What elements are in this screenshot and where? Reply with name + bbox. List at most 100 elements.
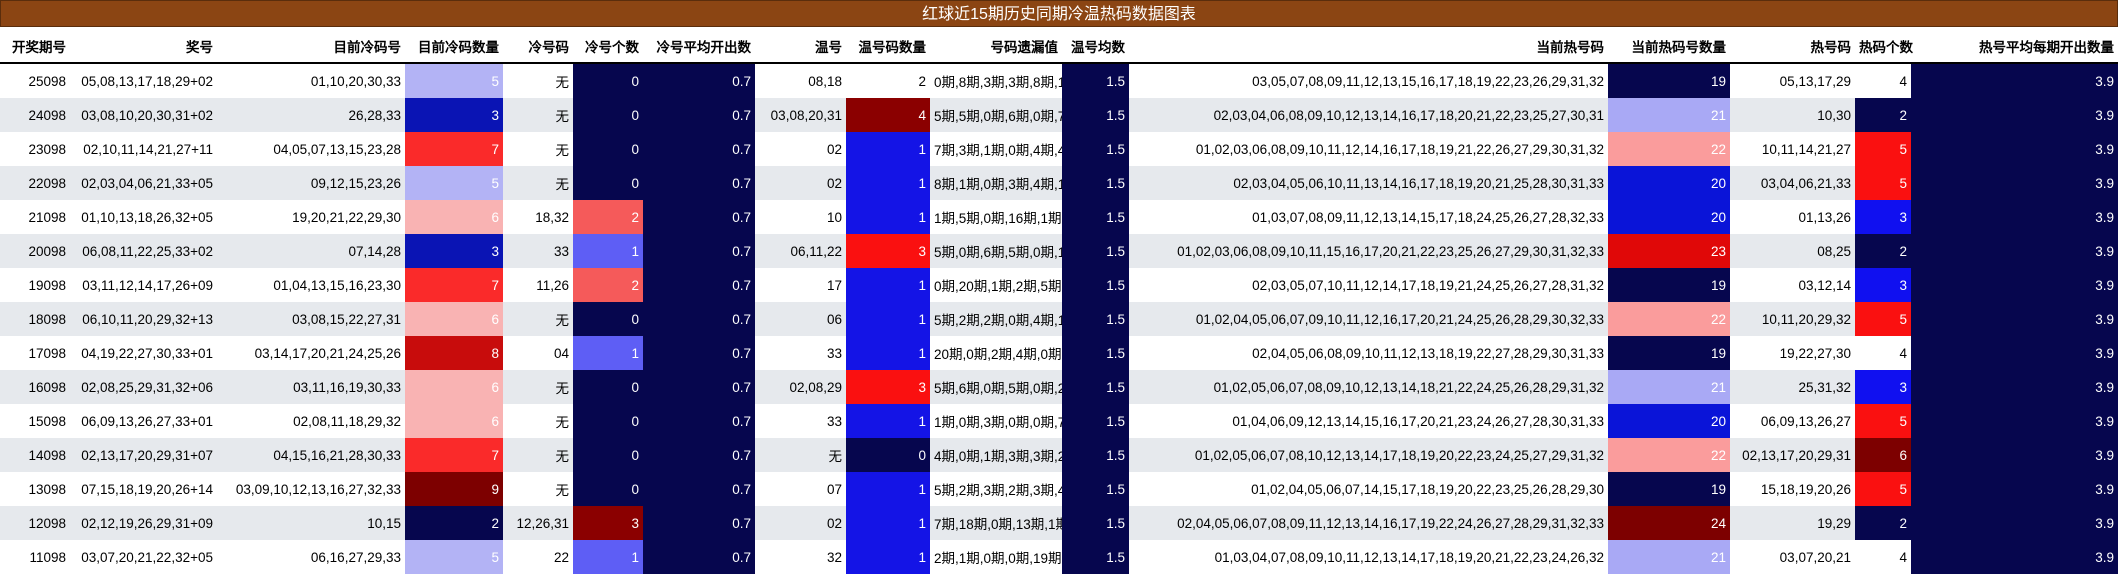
hot-count-cell: 5 xyxy=(1855,302,1911,336)
hot-now-count-cell: 22 xyxy=(1608,302,1730,336)
warm-count-cell: 4 xyxy=(846,98,930,132)
hot-now-count-cell: 19 xyxy=(1608,268,1730,302)
hot-cell: 10,30 xyxy=(1730,98,1855,132)
warm-cell: 无 xyxy=(755,438,846,472)
hot-count-cell: 4 xyxy=(1855,540,1911,574)
column-header: 目前冷码数量 xyxy=(405,29,503,64)
hot-avg-cell: 3.9 xyxy=(1911,234,2118,268)
hot-now-cell: 01,02,03,06,08,09,10,11,12,14,16,17,18,1… xyxy=(1129,132,1608,166)
miss-cell: 5期,5期,0期,6期,0期,7期 xyxy=(930,98,1062,132)
hot-now-cell: 01,02,04,05,06,07,09,10,11,12,16,17,20,2… xyxy=(1129,302,1608,336)
cold-count-cell: 1 xyxy=(573,336,643,370)
cold-now-count-cell: 8 xyxy=(405,336,503,370)
cold-avg-cell: 0.7 xyxy=(643,404,755,438)
hot-avg-cell: 3.9 xyxy=(1911,98,2118,132)
warm-avg-cell: 1.5 xyxy=(1062,302,1129,336)
cold-now-count-cell: 5 xyxy=(405,540,503,574)
hot-now-cell: 02,03,04,06,08,09,10,12,13,14,16,17,18,2… xyxy=(1129,98,1608,132)
cold-now-count-cell: 6 xyxy=(405,200,503,234)
table-row: 20098 06,08,11,22,25,33+02 07,14,28 3 33 1 0.7… xyxy=(0,234,2118,268)
cold-count-cell: 2 xyxy=(573,200,643,234)
data-table: 开奖期号 奖号 目前冷码号 目前冷码数量 冷号码 冷号个数 冷号平均开出数 温号 温号码数量 号码… xyxy=(0,29,2118,574)
warm-cell: 02 xyxy=(755,166,846,200)
hot-now-count-cell: 19 xyxy=(1608,63,1730,98)
hot-count-cell: 2 xyxy=(1855,234,1911,268)
cold-cell: 无 xyxy=(503,438,573,472)
cold-now-count-cell: 5 xyxy=(405,166,503,200)
numbers-cell: 02,10,11,14,21,27+11 xyxy=(70,132,217,166)
miss-cell: 1期,0期,3期,0期,0期,7期 xyxy=(930,404,1062,438)
hot-count-cell: 2 xyxy=(1855,98,1911,132)
table-row: 21098 01,10,13,18,26,32+05 19,20,21,22,29,… xyxy=(0,200,2118,234)
warm-cell: 02 xyxy=(755,506,846,540)
cold-now-count-cell: 6 xyxy=(405,404,503,438)
column-header: 温号码数量 xyxy=(846,29,930,64)
hot-now-count-cell: 20 xyxy=(1608,166,1730,200)
hot-now-cell: 02,03,04,05,06,10,11,13,14,16,17,18,19,2… xyxy=(1129,166,1608,200)
cold-count-cell: 0 xyxy=(573,370,643,404)
cold-now-count-cell: 3 xyxy=(405,234,503,268)
cold-now-cell: 09,12,15,23,26 xyxy=(217,166,405,200)
period-cell: 17098 xyxy=(0,336,70,370)
period-cell: 14098 xyxy=(0,438,70,472)
hot-now-cell: 01,03,04,07,08,09,10,11,12,13,14,17,18,1… xyxy=(1129,540,1608,574)
period-cell: 15098 xyxy=(0,404,70,438)
hot-avg-cell: 3.9 xyxy=(1911,438,2118,472)
cold-count-cell: 0 xyxy=(573,404,643,438)
hot-now-cell: 01,02,05,06,07,08,10,12,13,14,17,18,19,2… xyxy=(1129,438,1608,472)
period-cell: 20098 xyxy=(0,234,70,268)
cold-cell: 无 xyxy=(503,370,573,404)
warm-cell: 02,08,29 xyxy=(755,370,846,404)
warm-count-cell: 3 xyxy=(846,234,930,268)
cold-avg-cell: 0.7 xyxy=(643,268,755,302)
cold-avg-cell: 0.7 xyxy=(643,540,755,574)
table-row: 15098 06,09,13,26,27,33+01 02,08,11,18,29,… xyxy=(0,404,2118,438)
cold-now-cell: 03,09,10,12,13,16,27,32,33 xyxy=(217,472,405,506)
warm-cell: 17 xyxy=(755,268,846,302)
miss-cell: 5期,2期,3期,2期,3期,4期 xyxy=(930,472,1062,506)
hot-avg-cell: 3.9 xyxy=(1911,132,2118,166)
hot-cell: 02,13,17,20,29,31 xyxy=(1730,438,1855,472)
cold-avg-cell: 0.7 xyxy=(643,200,755,234)
warm-count-cell: 1 xyxy=(846,336,930,370)
miss-cell: 7期,3期,1期,0期,4期,4期 xyxy=(930,132,1062,166)
cold-now-cell: 19,20,21,22,29,30 xyxy=(217,200,405,234)
cold-avg-cell: 0.7 xyxy=(643,166,755,200)
column-header: 热号平均每期开出数量 xyxy=(1911,29,2118,64)
hot-cell: 25,31,32 xyxy=(1730,370,1855,404)
hot-now-count-cell: 22 xyxy=(1608,132,1730,166)
warm-avg-cell: 1.5 xyxy=(1062,166,1129,200)
hot-now-cell: 03,05,07,08,09,11,12,13,15,16,17,18,19,2… xyxy=(1129,63,1608,98)
cold-count-cell: 3 xyxy=(573,506,643,540)
warm-count-cell: 1 xyxy=(846,132,930,166)
column-header: 热码个数 xyxy=(1855,29,1913,64)
cold-count-cell: 0 xyxy=(573,98,643,132)
warm-cell: 33 xyxy=(755,404,846,438)
warm-avg-cell: 1.5 xyxy=(1062,404,1129,438)
numbers-cell: 02,08,25,29,31,32+06 xyxy=(70,370,217,404)
hot-count-cell: 5 xyxy=(1855,132,1911,166)
table-row: 17098 04,19,22,27,30,33+01 03,14,17,20,21,… xyxy=(0,336,2118,370)
column-header: 奖号 xyxy=(70,29,217,64)
numbers-cell: 03,07,20,21,22,32+05 xyxy=(70,540,217,574)
warm-count-cell: 3 xyxy=(846,370,930,404)
warm-cell: 03,08,20,31 xyxy=(755,98,846,132)
hot-now-cell: 02,04,05,06,08,09,10,11,12,13,18,19,22,2… xyxy=(1129,336,1608,370)
period-cell: 19098 xyxy=(0,268,70,302)
miss-cell: 2期,1期,0期,0期,19期,5期 xyxy=(930,540,1062,574)
table-body: 25098 05,08,13,17,18,29+02 01,10,20,30,33 5… xyxy=(0,63,2118,574)
numbers-cell: 02,12,19,26,29,31+09 xyxy=(70,506,217,540)
warm-avg-cell: 1.5 xyxy=(1062,540,1129,574)
cold-now-cell: 03,08,15,22,27,31 xyxy=(217,302,405,336)
hot-cell: 10,11,14,21,27 xyxy=(1730,132,1855,166)
cold-now-cell: 01,04,13,15,16,23,30 xyxy=(217,268,405,302)
cold-avg-cell: 0.7 xyxy=(643,472,755,506)
hot-now-count-cell: 24 xyxy=(1608,506,1730,540)
numbers-cell: 02,13,17,20,29,31+07 xyxy=(70,438,217,472)
numbers-cell: 03,08,10,20,30,31+02 xyxy=(70,98,217,132)
miss-cell: 20期,0期,2期,4期,0期,5期 xyxy=(930,336,1062,370)
hot-cell: 03,07,20,21 xyxy=(1730,540,1855,574)
miss-cell: 4期,0期,1期,3期,3期,2期 xyxy=(930,438,1062,472)
hot-count-cell: 4 xyxy=(1855,336,1911,370)
warm-avg-cell: 1.5 xyxy=(1062,506,1129,540)
